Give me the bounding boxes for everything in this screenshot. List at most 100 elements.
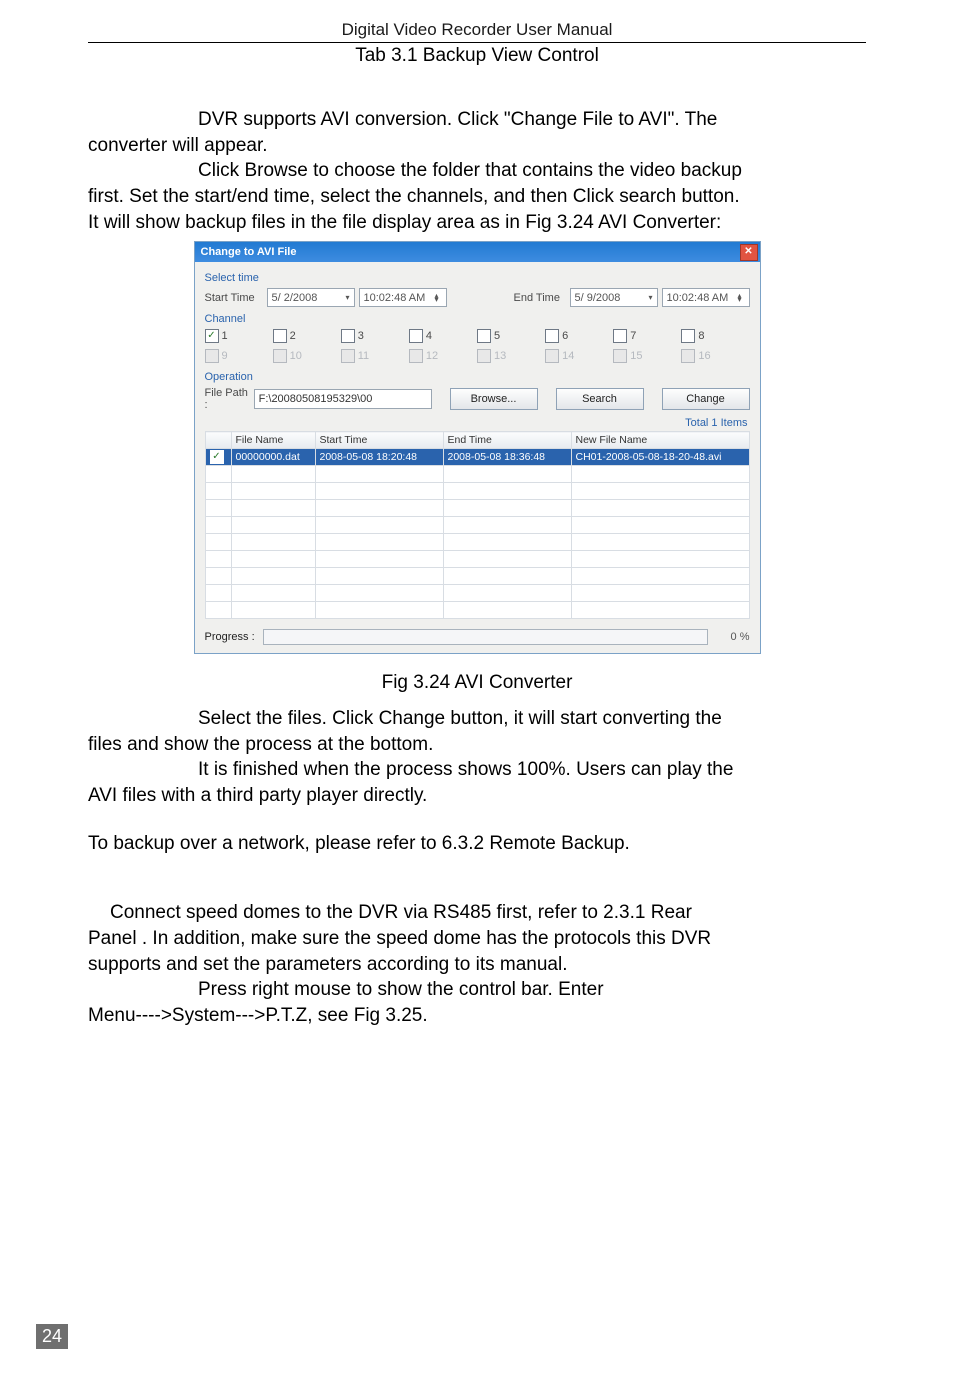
paragraph-6-line-3: supports and set the parameters accordin… [88, 952, 866, 978]
channel-12: 12 [409, 349, 477, 363]
paragraph-2-line-2: first. Set the start/end time, select th… [88, 184, 866, 210]
channel-4[interactable]: 4 [409, 329, 477, 343]
end-time-value: 10:02:48 AM [667, 292, 729, 304]
close-icon[interactable]: ✕ [740, 244, 758, 261]
paragraph-6-line-2: Panel . In addition, make sure the speed… [88, 926, 866, 952]
dialog-titlebar[interactable]: Change to AVI File ✕ [195, 242, 760, 262]
checkbox-icon[interactable] [210, 450, 224, 464]
col-new-file-name[interactable]: New File Name [571, 432, 749, 449]
table-row[interactable] [205, 466, 749, 483]
col-check[interactable] [205, 432, 231, 449]
paragraph-4-line-1: It is finished when the process shows 10… [88, 757, 866, 783]
table-row[interactable] [205, 500, 749, 517]
browse-button[interactable]: Browse... [450, 388, 538, 410]
table-row[interactable] [205, 483, 749, 500]
chevron-down-icon: ▾ [345, 293, 349, 302]
channel-14: 14 [545, 349, 613, 363]
channel-13: 13 [477, 349, 545, 363]
channel-5[interactable]: 5 [477, 329, 545, 343]
cell-start-time: 2008-05-08 18:20:48 [315, 449, 443, 466]
paragraph-4-line-2: AVI files with a third party player dire… [88, 783, 866, 809]
search-button[interactable]: Search [556, 388, 644, 410]
col-end-time[interactable]: End Time [443, 432, 571, 449]
start-time-spinner[interactable]: 10:02:48 AM ▴▾ [359, 288, 447, 307]
manual-header: Digital Video Recorder User Manual [88, 20, 866, 40]
start-date-picker[interactable]: 5/ 2/2008 ▾ [267, 288, 355, 307]
dialog-title: Change to AVI File [201, 246, 297, 258]
cell-end-time: 2008-05-08 18:36:48 [443, 449, 571, 466]
paragraph-3-line-1: Select the files. Click Change button, i… [88, 706, 866, 732]
paragraph-5: To backup over a network, please refer t… [88, 831, 866, 857]
checkbox-icon [545, 349, 559, 363]
checkbox-icon [205, 329, 219, 343]
total-items-label: Total 1 Items [205, 417, 748, 429]
paragraph-6-line-1: Connect speed domes to the DVR via RS485… [88, 900, 866, 926]
checkbox-icon [205, 349, 219, 363]
checkbox-icon [613, 349, 627, 363]
checkbox-icon [681, 349, 695, 363]
channel-8[interactable]: 8 [681, 329, 749, 343]
channel-2[interactable]: 2 [273, 329, 341, 343]
start-time-value: 10:02:48 AM [364, 292, 426, 304]
checkbox-icon [341, 329, 355, 343]
table-row[interactable] [205, 602, 749, 619]
checkbox-icon [409, 329, 423, 343]
paragraph-1-line-1: DVR supports AVI conversion. Click "Chan… [88, 107, 866, 133]
table-header-row: File Name Start Time End Time New File N… [205, 432, 749, 449]
table-row[interactable]: 00000000.dat 2008-05-08 18:20:48 2008-05… [205, 449, 749, 466]
paragraph-1-line-2: converter will appear. [88, 133, 866, 159]
channel-15: 15 [613, 349, 681, 363]
end-date-value: 5/ 9/2008 [575, 292, 621, 304]
paragraph-2-line-3: It will show backup files in the file di… [88, 210, 866, 236]
checkbox-icon [273, 349, 287, 363]
channel-7[interactable]: 7 [613, 329, 681, 343]
checkbox-icon [409, 349, 423, 363]
checkbox-icon [613, 329, 627, 343]
spinner-icon: ▴▾ [432, 294, 442, 302]
file-table: File Name Start Time End Time New File N… [205, 431, 750, 619]
paragraph-7-line-2: Menu---->System--->P.T.Z, see Fig 3.25. [88, 1003, 866, 1029]
channel-10: 10 [273, 349, 341, 363]
progress-percent: 0 % [716, 631, 750, 643]
channel-grid: 1 2 3 4 5 6 7 8 9 10 11 12 13 14 15 16 [205, 329, 750, 363]
cell-file-name: 00000000.dat [231, 449, 315, 466]
operation-section-label: Operation [205, 371, 750, 383]
channel-9: 9 [205, 349, 273, 363]
end-date-picker[interactable]: 5/ 9/2008 ▾ [570, 288, 658, 307]
page-number: 24 [36, 1324, 68, 1349]
paragraph-7-line-1: Press right mouse to show the control ba… [88, 977, 866, 1003]
select-time-label: Select time [205, 272, 750, 284]
col-start-time[interactable]: Start Time [315, 432, 443, 449]
progress-label: Progress : [205, 631, 255, 643]
checkbox-icon [681, 329, 695, 343]
channel-16: 16 [681, 349, 749, 363]
start-date-value: 5/ 2/2008 [272, 292, 318, 304]
table-row[interactable] [205, 517, 749, 534]
checkbox-icon [477, 329, 491, 343]
tab-caption: Tab 3.1 Backup View Control [88, 45, 866, 67]
spinner-icon: ▴▾ [735, 294, 745, 302]
end-time-spinner[interactable]: 10:02:48 AM ▴▾ [662, 288, 750, 307]
channel-3[interactable]: 3 [341, 329, 409, 343]
paragraph-2-line-1: Click Browse to choose the folder that c… [88, 158, 866, 184]
file-path-label: File Path : [205, 387, 254, 411]
header-rule [88, 42, 866, 43]
progress-bar [263, 629, 708, 645]
channel-6[interactable]: 6 [545, 329, 613, 343]
table-row[interactable] [205, 568, 749, 585]
checkbox-icon [341, 349, 355, 363]
channel-section-label: Channel [205, 313, 750, 325]
checkbox-icon [273, 329, 287, 343]
col-file-name[interactable]: File Name [231, 432, 315, 449]
table-row[interactable] [205, 585, 749, 602]
change-button[interactable]: Change [662, 388, 750, 410]
table-row[interactable] [205, 534, 749, 551]
table-row[interactable] [205, 551, 749, 568]
start-time-label: Start Time [205, 292, 267, 304]
paragraph-3-line-2: files and show the process at the bottom… [88, 732, 866, 758]
channel-1[interactable]: 1 [205, 329, 273, 343]
checkbox-icon [477, 349, 491, 363]
file-path-input[interactable]: F:\20080508195329\00 [254, 389, 432, 409]
cell-new-file-name: CH01-2008-05-08-18-20-48.avi [571, 449, 749, 466]
checkbox-icon [545, 329, 559, 343]
